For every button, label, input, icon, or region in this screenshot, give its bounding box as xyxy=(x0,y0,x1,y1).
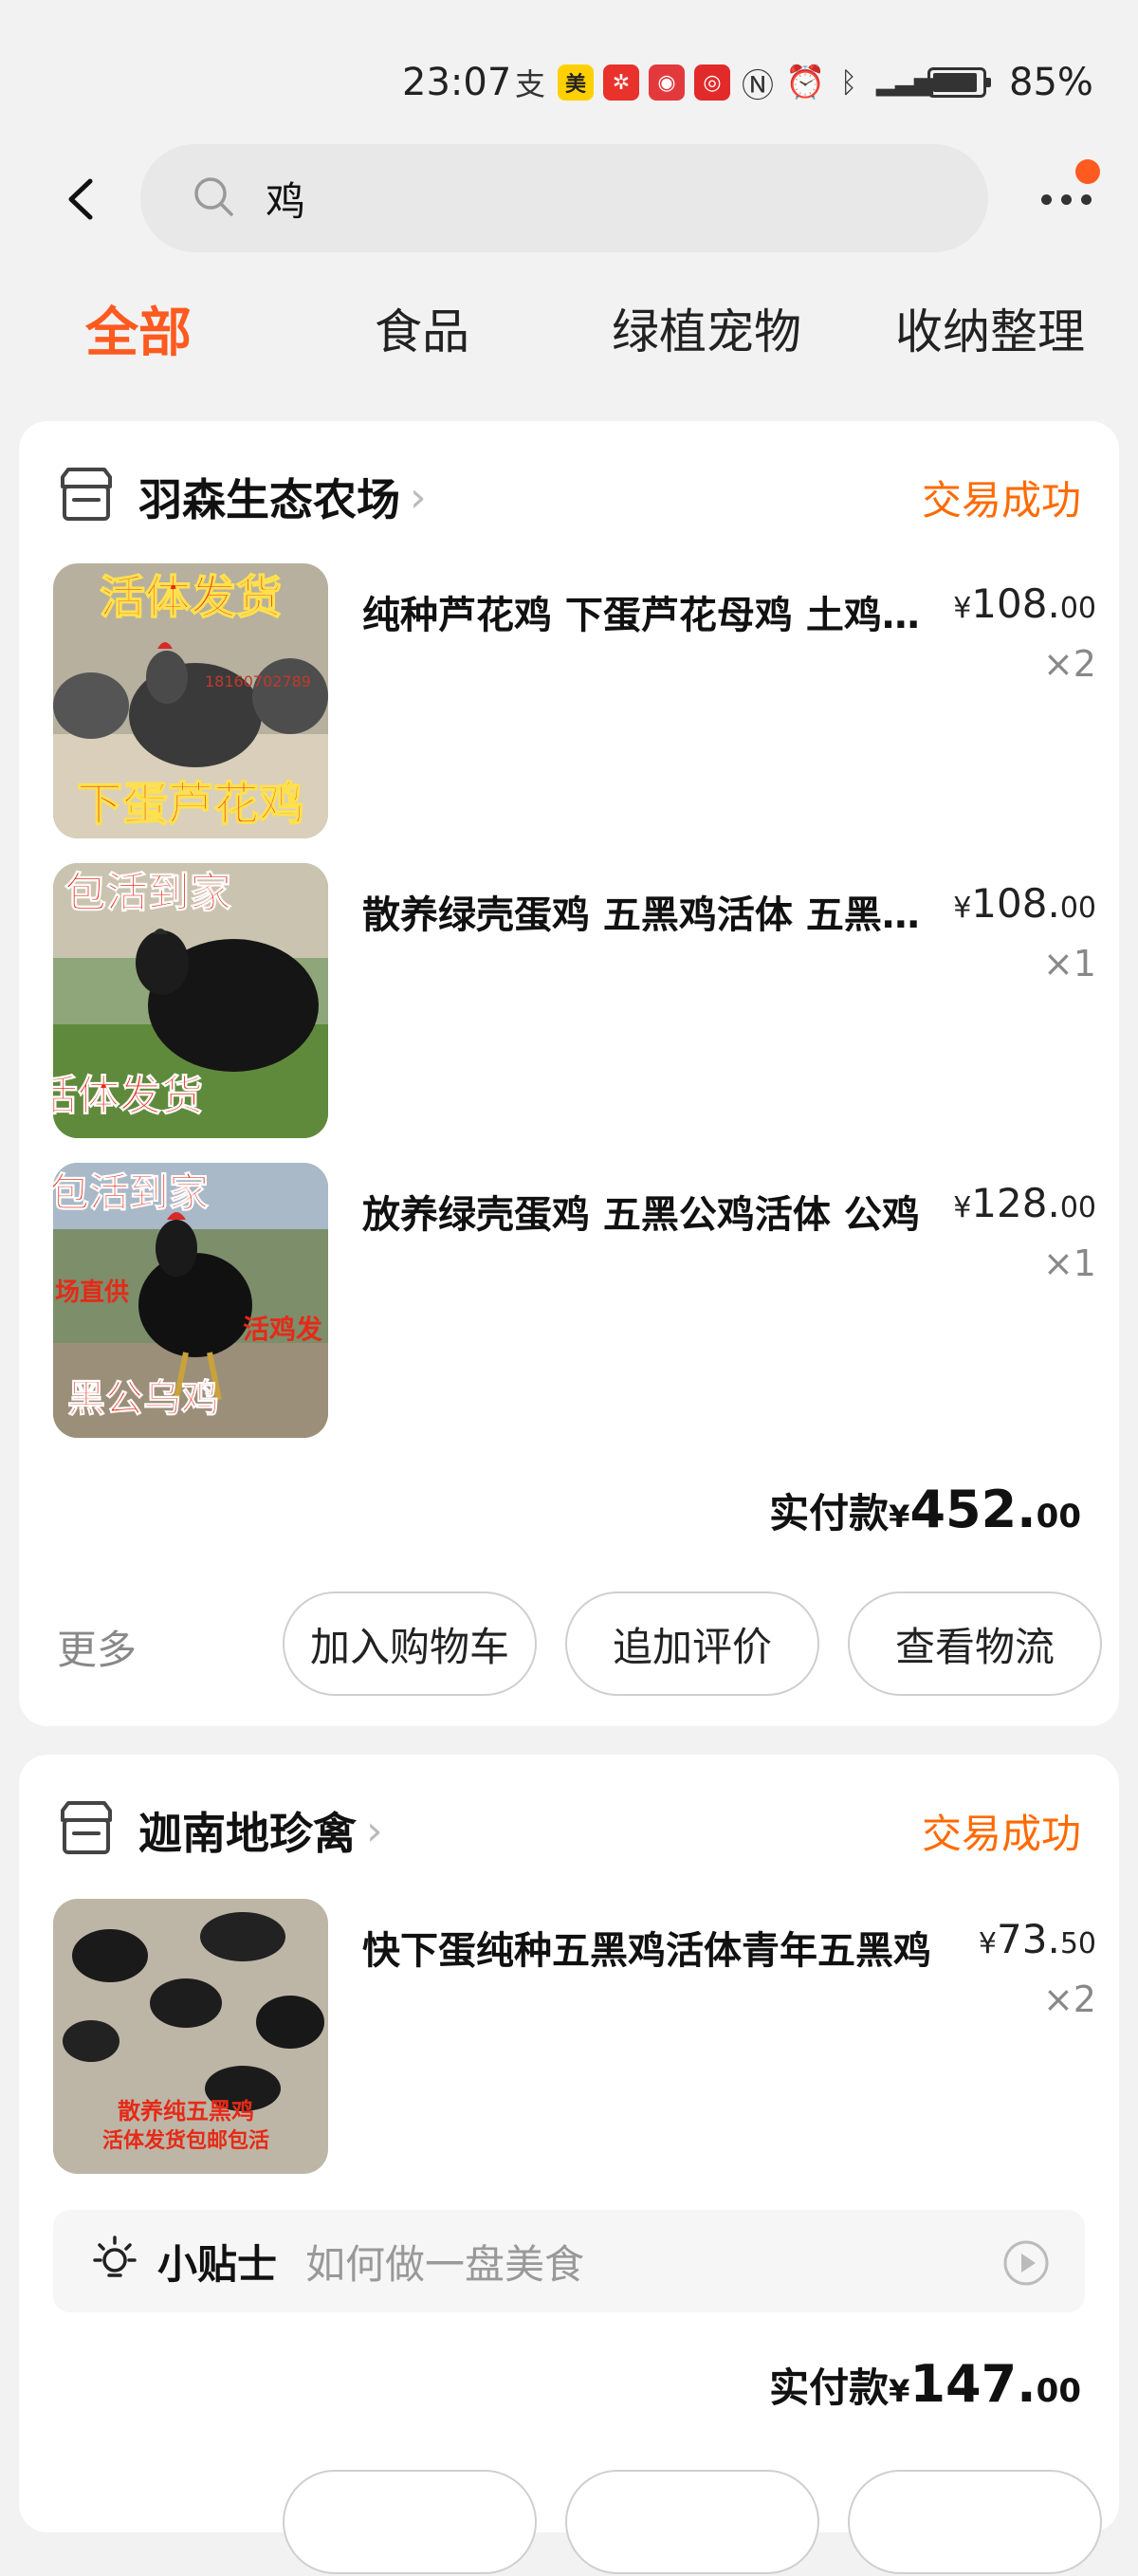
shop-name: 迦南地珍禽 xyxy=(138,1808,357,1859)
status-icons: 支 美 ✲ ◉ ◎ Ⓝ ⏰ ᛒ ▂▃▅ xyxy=(512,59,991,106)
tab-storage[interactable]: 收纳整理 xyxy=(895,294,1085,362)
product-price: ¥108.00 xyxy=(953,580,1096,627)
image-text-bottom: 黑公乌鸡 xyxy=(67,1377,219,1421)
product-price: ¥128.00 xyxy=(953,1180,1096,1226)
battery-fill xyxy=(933,73,977,92)
order-status: 交易成功 xyxy=(921,1811,1081,1857)
back-arrow-icon xyxy=(68,178,93,220)
search-icon xyxy=(190,173,237,224)
battery-percent: 85% xyxy=(1009,61,1093,104)
tip-label: 小贴士 xyxy=(157,2240,278,2288)
image-text-bottom: 活体发货 xyxy=(53,1072,203,1120)
more-options-button[interactable] xyxy=(1028,159,1104,237)
category-tabs: 全部 食品 绿植宠物 收纳整理 xyxy=(0,294,1138,379)
jd-app-icon: ◉ xyxy=(649,64,685,101)
product-price: ¥73.50 xyxy=(978,1916,1096,1962)
shop-name: 羽森生态农场 xyxy=(138,474,400,525)
image-text-top: 包活到家 xyxy=(64,869,231,917)
store-icon xyxy=(55,1797,118,1864)
product-quantity: ×1 xyxy=(1042,943,1096,984)
more-dot-icon xyxy=(1060,193,1072,205)
tab-food[interactable]: 食品 xyxy=(375,294,469,362)
product-quantity: ×2 xyxy=(1042,643,1096,685)
back-button[interactable] xyxy=(47,166,114,232)
lightbulb-icon xyxy=(87,2232,142,2291)
play-icon[interactable] xyxy=(1001,2238,1051,2291)
image-text-phone: 18160702789 xyxy=(205,672,311,690)
status-time: 23:07 xyxy=(402,61,512,104)
status-bar: 23:07 支 美 ✲ ◉ ◎ Ⓝ ⏰ ᛒ ▂▃▅ 85% xyxy=(0,0,1138,142)
product-image: 散养纯五黑鸡 活体发货包邮包活 xyxy=(53,1899,328,2174)
action-button[interactable] xyxy=(565,2470,819,2574)
search-input[interactable]: 鸡 xyxy=(140,144,988,252)
product-price: ¥108.00 xyxy=(953,880,1096,927)
image-text-mid: 活鸡发 xyxy=(243,1314,322,1345)
store-icon xyxy=(55,464,118,530)
shop-header[interactable]: 迦南地珍禽 › xyxy=(55,1793,383,1868)
action-button[interactable] xyxy=(283,2470,537,2574)
image-text-top: 包活到家 xyxy=(53,1169,209,1216)
product-image: 包活到家 场直供 活鸡发 黑公乌鸡 xyxy=(53,1163,328,1438)
order-card: 羽森生态农场 › 交易成功 活体发货 18160702789 下蛋芦花鸡 纯种芦… xyxy=(19,421,1119,1726)
order-item[interactable]: 活体发货 18160702789 下蛋芦花鸡 纯种芦花鸡 下蛋芦花母鸡 土鸡活体… xyxy=(53,563,1096,838)
notification-dot-icon xyxy=(1075,159,1100,184)
order-card: 迦南地珍禽 › 交易成功 散养纯五黑鸡 活体发货包邮包活 快下蛋纯种五黑鸡活体青… xyxy=(19,1755,1119,2574)
alarm-icon: ⏰ xyxy=(785,64,826,101)
product-title: 放养绿壳蛋鸡 五黑公鸡活体 公鸡 xyxy=(362,1193,920,1237)
alipay-icon: 支 xyxy=(514,66,545,102)
more-dot-icon xyxy=(1080,193,1092,205)
add-review-button[interactable]: 追加评价 xyxy=(565,1592,819,1696)
order-item[interactable]: 包活到家 活体发货 散养绿壳蛋鸡 五黑鸡活体 五黑母鸡 ¥108.00 ×1 xyxy=(53,863,1096,1138)
image-text-line2: 活体发货包邮包活 xyxy=(102,2128,269,2153)
order-item[interactable]: 散养纯五黑鸡 活体发货包邮包活 快下蛋纯种五黑鸡活体青年五黑鸡 ¥73.50 ×… xyxy=(53,1899,1096,2174)
order-actions: 更多 加入购物车 追加评价 查看物流 xyxy=(57,1592,1102,1698)
more-link[interactable]: 更多 xyxy=(57,1618,137,1676)
order-actions xyxy=(57,2470,1102,2576)
sale-app-icon: ◎ xyxy=(694,64,730,101)
order-item[interactable]: 包活到家 场直供 活鸡发 黑公乌鸡 放养绿壳蛋鸡 五黑公鸡活体 公鸡 ¥128.… xyxy=(53,1163,1096,1438)
bluetooth-icon: ᛒ xyxy=(840,65,857,100)
order-total: 实付款¥147.00 xyxy=(769,2354,1081,2414)
product-image: 包活到家 活体发货 xyxy=(53,863,328,1138)
product-quantity: ×2 xyxy=(1042,1978,1096,2020)
battery-icon xyxy=(927,67,991,98)
tip-text: 如何做一盘美食 xyxy=(305,2240,585,2288)
tab-all[interactable]: 全部 xyxy=(85,290,192,367)
add-to-cart-button[interactable]: 加入购物车 xyxy=(283,1592,537,1696)
search-query: 鸡 xyxy=(266,177,306,225)
chevron-right-icon: › xyxy=(410,472,427,522)
image-text-left: 场直供 xyxy=(55,1279,129,1307)
nfc-icon: Ⓝ xyxy=(742,66,774,105)
image-text-line1: 散养纯五黑鸡 xyxy=(118,2098,254,2125)
product-quantity: ×1 xyxy=(1042,1242,1096,1284)
product-image: 活体发货 18160702789 下蛋芦花鸡 xyxy=(53,563,328,838)
action-button[interactable] xyxy=(848,2470,1102,2574)
meituan-icon: 美 xyxy=(558,64,594,101)
red-app-icon: ✲ xyxy=(603,64,639,101)
tab-plants-pets[interactable]: 绿植宠物 xyxy=(612,294,801,362)
signal-icon: ▂▃▅ xyxy=(876,68,933,97)
product-title: 纯种芦花鸡 下蛋芦花母鸡 土鸡活体 xyxy=(362,594,941,637)
shop-header[interactable]: 羽森生态农场 › xyxy=(55,459,427,535)
order-status: 交易成功 xyxy=(921,477,1081,524)
tip-bar[interactable]: 小贴士 如何做一盘美食 xyxy=(53,2210,1085,2312)
view-logistics-button[interactable]: 查看物流 xyxy=(848,1592,1102,1696)
order-total: 实付款¥452.00 xyxy=(769,1480,1081,1539)
search-header: 鸡 xyxy=(0,142,1138,256)
product-title: 散养绿壳蛋鸡 五黑鸡活体 五黑母鸡 xyxy=(362,893,941,937)
chevron-right-icon: › xyxy=(366,1806,383,1855)
more-dot-icon xyxy=(1040,193,1052,205)
image-text-top: 活体发货 xyxy=(100,571,282,624)
image-text-bottom: 下蛋芦花鸡 xyxy=(77,778,304,831)
product-title: 快下蛋纯种五黑鸡活体青年五黑鸡 xyxy=(362,1929,931,1973)
